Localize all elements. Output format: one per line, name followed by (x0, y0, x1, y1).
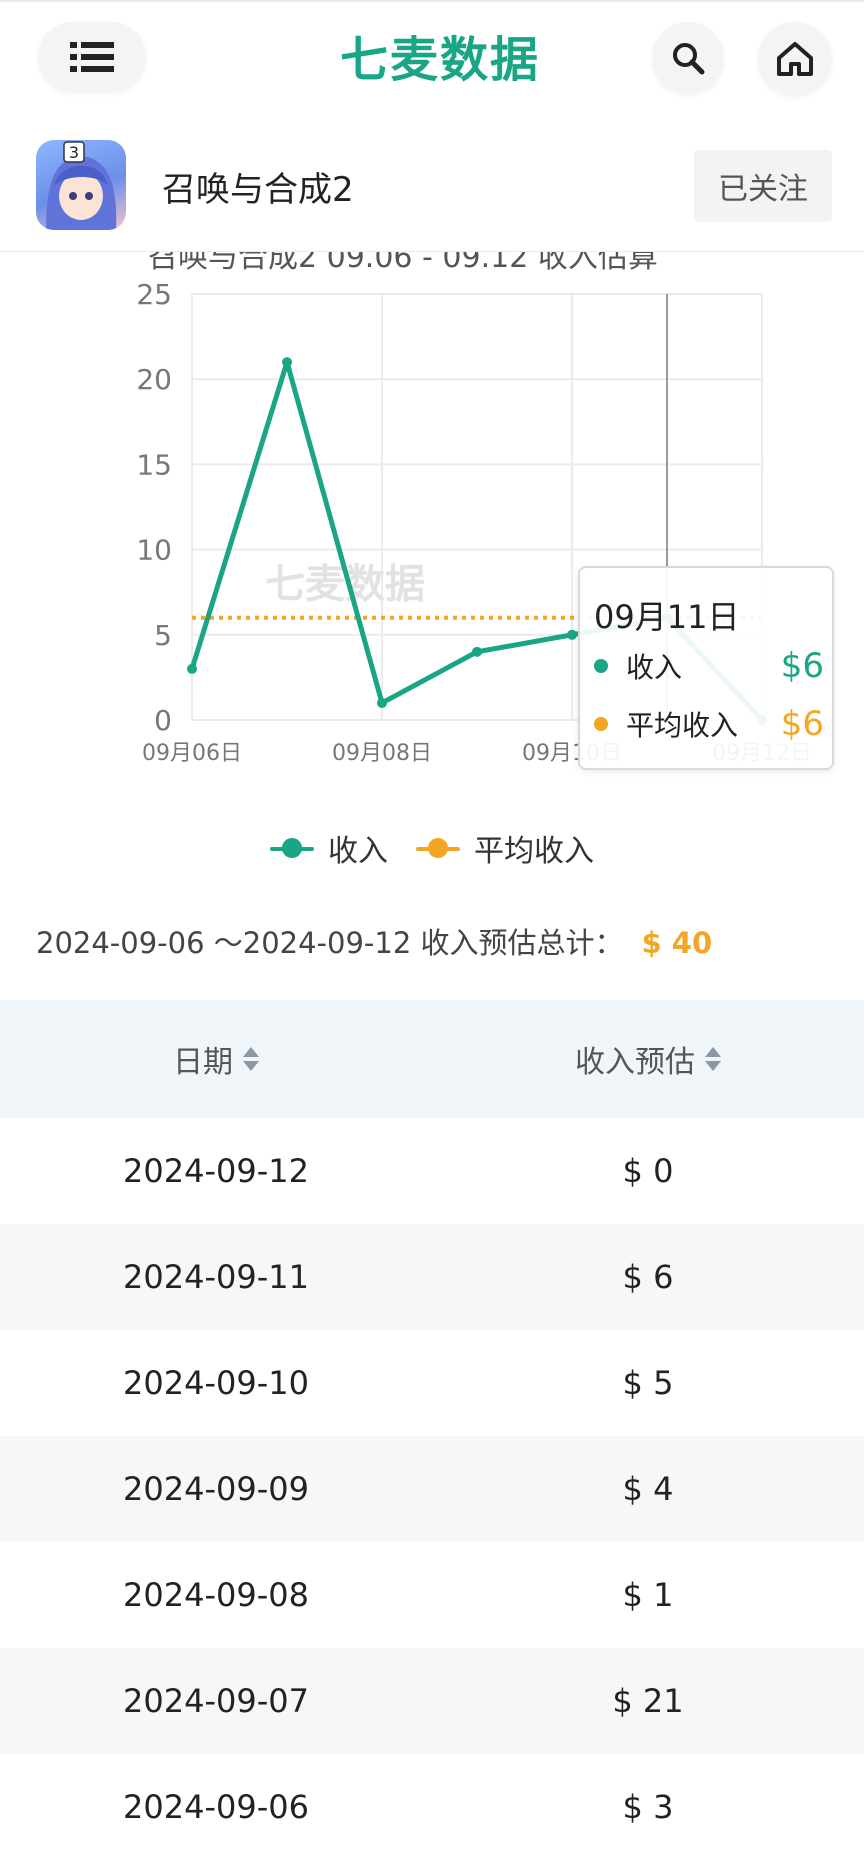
app-icon-badge: 3 (69, 143, 79, 162)
search-icon (673, 43, 705, 75)
table-row: 2024-09-06 $ 3 (0, 1754, 864, 1857)
data-point-income (282, 357, 292, 368)
summary-total: $ 40 (641, 926, 713, 960)
header-date-label: 日期 (173, 1045, 233, 1080)
y-tick-label: 15 (136, 448, 172, 481)
cell-date: 2024-09-06 (123, 1788, 309, 1826)
legend-income-marker (270, 838, 314, 858)
table-row: 2024-09-10 $ 5 (0, 1330, 864, 1436)
table-body: 2024-09-12 $ 0 2024-09-11 $ 6 2024-09-10 $ … (0, 1118, 864, 1857)
revenue-table: 日期 收入预估 2024-09-12 $ 0 2024-09-11 $ 6 2024… (0, 1000, 864, 1857)
legend-average-label: 平均收入 (474, 834, 594, 869)
table-row: 2024-09-11 $ 6 (0, 1224, 864, 1330)
summary-text: 2024-09-06 ～2024-09-12 收入预估总计： (36, 926, 624, 960)
cell-date: 2024-09-11 (123, 1258, 309, 1296)
header-revenue[interactable]: 收入预估 (432, 1000, 864, 1118)
cell-revenue: $ 3 (622, 1788, 674, 1826)
chart-tooltip: 09月11日 收入 $6 平均收入 $6 (578, 566, 834, 770)
cell-revenue: $ 1 (622, 1576, 674, 1614)
data-point-income (187, 663, 197, 674)
data-point-income (472, 646, 482, 657)
y-tick-label: 10 (136, 534, 172, 567)
sort-icon[interactable] (243, 1047, 259, 1071)
header-revenue-label: 收入预估 (575, 1045, 695, 1080)
legend-item-average[interactable]: 平均收入 (416, 826, 594, 870)
legend-item-income[interactable]: 收入 (270, 826, 388, 870)
menu-button[interactable] (38, 22, 146, 92)
app-header: 3 召唤与合成2 已关注 (0, 118, 864, 252)
header-date[interactable]: 日期 (0, 1000, 432, 1118)
tooltip-row-income: 收入 $6 (594, 646, 824, 686)
y-tick-label: 25 (136, 278, 172, 311)
tooltip-income-dot (594, 659, 608, 673)
app-icon-art: 3 (46, 141, 117, 230)
app-name: 召唤与合成2 (162, 170, 354, 210)
cell-date: 2024-09-07 (123, 1682, 309, 1720)
y-tick-label: 5 (154, 619, 172, 652)
x-tick-label: 09月08日 (332, 741, 432, 766)
home-icon (777, 42, 813, 76)
cell-date: 2024-09-12 (123, 1152, 309, 1190)
table-row: 2024-09-09 $ 4 (0, 1436, 864, 1542)
cell-revenue: $ 5 (622, 1364, 674, 1402)
top-navbar: 七麦数据 (0, 0, 864, 118)
tooltip-row-average: 平均收入 $6 (594, 704, 824, 744)
cell-date: 2024-09-08 (123, 1576, 309, 1614)
list-icon (70, 42, 114, 72)
table-row: 2024-09-12 $ 0 (0, 1118, 864, 1224)
follow-button[interactable]: 已关注 (694, 150, 832, 222)
tooltip-average-value: $6 (780, 704, 824, 744)
data-point-income (567, 629, 577, 640)
table-row: 2024-09-08 $ 1 (0, 1542, 864, 1648)
cell-revenue: $ 21 (612, 1682, 684, 1720)
y-tick-label: 20 (136, 363, 172, 396)
home-button[interactable] (758, 22, 832, 96)
table-header: 日期 收入预估 (0, 1000, 864, 1118)
cell-revenue: $ 6 (622, 1258, 674, 1296)
cell-revenue: $ 0 (622, 1152, 674, 1190)
chart-legend: 收入 平均收入 (0, 820, 864, 876)
sort-icon[interactable] (705, 1047, 721, 1071)
tooltip-income-value: $6 (780, 646, 824, 686)
tooltip-average-dot (594, 717, 608, 731)
data-point-income (377, 697, 387, 708)
tooltip-income-label: 收入 (626, 651, 683, 684)
top-divider (0, 0, 864, 2)
x-tick-label: 09月06日 (142, 741, 242, 766)
cell-date: 2024-09-10 (123, 1364, 309, 1402)
tooltip-date: 09月11日 (594, 598, 740, 636)
cell-date: 2024-09-09 (123, 1470, 309, 1508)
search-button[interactable] (652, 22, 724, 94)
app-icon[interactable]: 3 (36, 140, 126, 230)
cell-revenue: $ 4 (622, 1470, 674, 1508)
y-tick-label: 0 (154, 704, 172, 737)
table-row: 2024-09-07 $ 21 (0, 1648, 864, 1754)
legend-average-marker (416, 838, 460, 858)
revenue-summary: 2024-09-06 ～2024-09-12 收入预估总计： $ 40 (36, 920, 712, 962)
legend-income-label: 收入 (328, 834, 388, 869)
tooltip-average-label: 平均收入 (626, 709, 739, 742)
brand-logo[interactable]: 七麦数据 (300, 20, 580, 90)
